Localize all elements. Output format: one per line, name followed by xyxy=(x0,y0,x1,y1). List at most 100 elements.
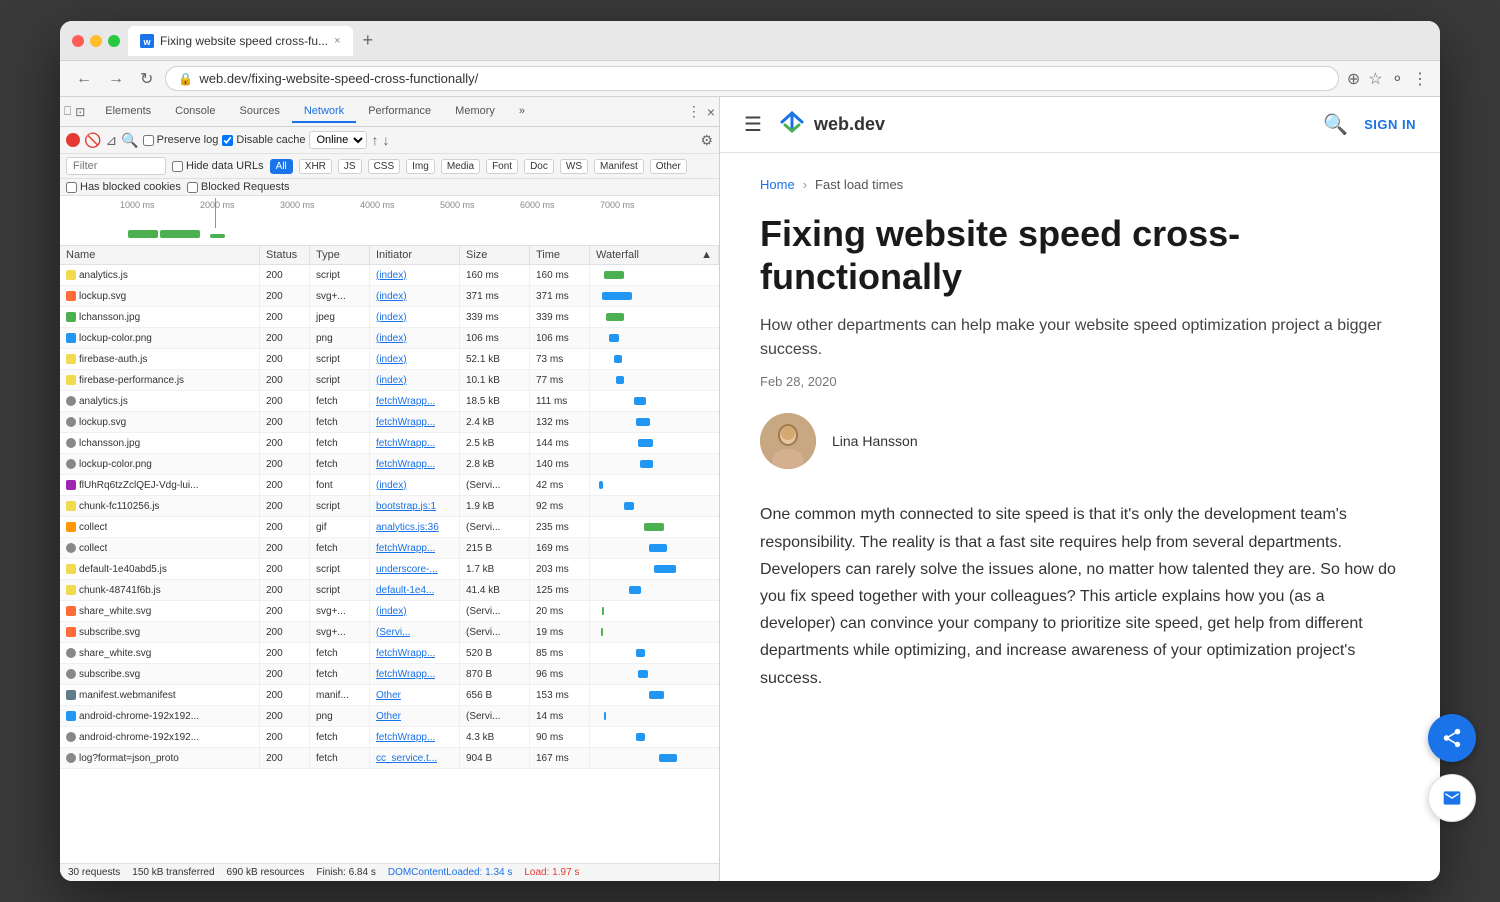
minimize-button[interactable] xyxy=(90,35,102,47)
row-size: 339 ms xyxy=(460,307,530,327)
filter-input[interactable] xyxy=(66,157,166,175)
devtools-icon-right[interactable]: ⊡ xyxy=(75,105,85,119)
search-button[interactable]: 🔍 xyxy=(121,132,138,149)
tab-console[interactable]: Console xyxy=(163,101,227,123)
breadcrumb-home[interactable]: Home xyxy=(760,177,795,192)
table-row[interactable]: android-chrome-192x192... 200 fetch fetc… xyxy=(60,727,719,748)
table-row[interactable]: subscribe.svg 200 fetch fetchWrapp... 87… xyxy=(60,664,719,685)
timeline-mark-7000: 7000 ms xyxy=(600,200,635,210)
table-row[interactable]: lchansson.jpg 200 jpeg (index) 339 ms 33… xyxy=(60,307,719,328)
tab-memory[interactable]: Memory xyxy=(443,101,507,123)
record-button[interactable] xyxy=(66,133,80,147)
menu-icon[interactable]: ⋮ xyxy=(1412,69,1428,89)
table-row[interactable]: flUhRq6tzZclQEJ-Vdg-lui... 200 font (ind… xyxy=(60,475,719,496)
close-tab-icon[interactable]: × xyxy=(334,35,340,47)
back-button[interactable]: ← xyxy=(72,68,96,90)
header-waterfall[interactable]: Waterfall ▲ xyxy=(590,246,719,264)
search-icon-web[interactable]: 🔍 xyxy=(1323,112,1348,137)
share-fab-button[interactable] xyxy=(1428,714,1440,762)
has-blocked-cookies-label[interactable]: Has blocked cookies xyxy=(66,181,181,193)
row-name: flUhRq6tzZclQEJ-Vdg-lui... xyxy=(60,475,260,495)
table-row[interactable]: share_white.svg 200 fetch fetchWrapp... … xyxy=(60,643,719,664)
row-name: log?format=json_proto xyxy=(60,748,260,768)
site-logo[interactable]: web.dev xyxy=(778,111,885,139)
refresh-button[interactable]: ↻ xyxy=(136,67,157,91)
tab-more[interactable]: » xyxy=(507,101,537,123)
preserve-log-label[interactable]: Preserve log xyxy=(143,134,219,146)
new-tab-button[interactable]: + xyxy=(357,28,380,53)
table-row[interactable]: analytics.js 200 fetch fetchWrapp... 18.… xyxy=(60,391,719,412)
clear-log-button[interactable]: 🚫 xyxy=(84,132,101,149)
table-row[interactable]: collect 200 gif analytics.js:36 (Servi..… xyxy=(60,517,719,538)
throttle-select[interactable]: Online xyxy=(309,131,367,149)
filter-img-btn[interactable]: Img xyxy=(406,159,435,174)
tab-sources[interactable]: Sources xyxy=(227,101,291,123)
header-size[interactable]: Size xyxy=(460,246,530,264)
table-row[interactable]: share_white.svg 200 svg+... (index) (Ser… xyxy=(60,601,719,622)
table-row[interactable]: lockup.svg 200 fetch fetchWrapp... 2.4 k… xyxy=(60,412,719,433)
filter-other-btn[interactable]: Other xyxy=(650,159,687,174)
settings-button[interactable]: ⚙ xyxy=(700,132,713,149)
has-blocked-cookies-checkbox[interactable] xyxy=(66,182,77,193)
network-table-header: Name Status Type Initiator Size Time Wat… xyxy=(60,246,719,265)
header-time[interactable]: Time xyxy=(530,246,590,264)
table-row[interactable]: chunk-48741f6b.js 200 script default-1e4… xyxy=(60,580,719,601)
disable-cache-label[interactable]: Disable cache xyxy=(222,134,305,146)
blocked-requests-label[interactable]: Blocked Requests xyxy=(187,181,290,193)
devtools-menu-icon[interactable]: ⋮ xyxy=(687,103,701,120)
header-initiator[interactable]: Initiator xyxy=(370,246,460,264)
table-row[interactable]: log?format=json_proto 200 fetch cc_servi… xyxy=(60,748,719,769)
devtools-icon-left[interactable]: ⎕ xyxy=(64,104,71,119)
row-size: (Servi... xyxy=(460,517,530,537)
maximize-button[interactable] xyxy=(108,35,120,47)
tab-network[interactable]: Network xyxy=(292,101,356,123)
filter-media-btn[interactable]: Media xyxy=(441,159,480,174)
hamburger-menu-icon[interactable]: ☰ xyxy=(744,112,762,137)
filter-ws-btn[interactable]: WS xyxy=(560,159,588,174)
header-name[interactable]: Name xyxy=(60,246,260,264)
table-row[interactable]: lockup-color.png 200 png (index) 106 ms … xyxy=(60,328,719,349)
upload-button[interactable]: ↑ xyxy=(371,132,378,148)
disable-cache-checkbox[interactable] xyxy=(222,135,233,146)
preserve-log-checkbox[interactable] xyxy=(143,135,154,146)
table-row[interactable]: lockup-color.png 200 fetch fetchWrapp...… xyxy=(60,454,719,475)
forward-button[interactable]: → xyxy=(104,68,128,90)
table-row[interactable]: lockup.svg 200 svg+... (index) 371 ms 37… xyxy=(60,286,719,307)
filter-css-btn[interactable]: CSS xyxy=(368,159,401,174)
hide-data-urls-label[interactable]: Hide data URLs xyxy=(172,160,264,172)
tab-performance[interactable]: Performance xyxy=(356,101,443,123)
header-type[interactable]: Type xyxy=(310,246,370,264)
table-row[interactable]: lchansson.jpg 200 fetch fetchWrapp... 2.… xyxy=(60,433,719,454)
header-status[interactable]: Status xyxy=(260,246,310,264)
notify-fab-button[interactable] xyxy=(1428,774,1440,822)
filter-xhr-btn[interactable]: XHR xyxy=(299,159,332,174)
filter-manifest-btn[interactable]: Manifest xyxy=(594,159,644,174)
tab-elements[interactable]: Elements xyxy=(93,101,163,123)
table-row[interactable]: collect 200 fetch fetchWrapp... 215 B 16… xyxy=(60,538,719,559)
filter-button[interactable]: ⊿ xyxy=(105,132,117,149)
blocked-requests-checkbox[interactable] xyxy=(187,182,198,193)
close-button[interactable] xyxy=(72,35,84,47)
table-row[interactable]: analytics.js 200 script (index) 160 ms 1… xyxy=(60,265,719,286)
download-button[interactable]: ↓ xyxy=(382,132,389,148)
active-tab[interactable]: w Fixing website speed cross-fu... × xyxy=(128,26,353,56)
url-bar[interactable]: 🔒 web.dev/fixing-website-speed-cross-fun… xyxy=(165,66,1338,91)
filter-font-btn[interactable]: Font xyxy=(486,159,518,174)
table-row[interactable]: firebase-performance.js 200 script (inde… xyxy=(60,370,719,391)
row-time: 371 ms xyxy=(530,286,590,306)
devtools-close-icon[interactable]: × xyxy=(707,104,715,120)
filter-js-btn[interactable]: JS xyxy=(338,159,362,174)
bookmark-icon[interactable]: ☆ xyxy=(1368,69,1382,89)
table-row[interactable]: manifest.webmanifest 200 manif... Other … xyxy=(60,685,719,706)
cast-icon[interactable]: ⊕ xyxy=(1347,69,1360,89)
profile-icon[interactable]: ⚬ xyxy=(1391,69,1404,89)
table-row[interactable]: firebase-auth.js 200 script (index) 52.1… xyxy=(60,349,719,370)
table-row[interactable]: android-chrome-192x192... 200 png Other … xyxy=(60,706,719,727)
table-row[interactable]: chunk-fc110256.js 200 script bootstrap.j… xyxy=(60,496,719,517)
filter-doc-btn[interactable]: Doc xyxy=(524,159,554,174)
sign-in-button[interactable]: SIGN IN xyxy=(1364,117,1416,132)
table-row[interactable]: subscribe.svg 200 svg+... (Servi... (Ser… xyxy=(60,622,719,643)
hide-data-urls-checkbox[interactable] xyxy=(172,161,183,172)
filter-all-btn[interactable]: All xyxy=(270,159,293,174)
table-row[interactable]: default-1e40abd5.js 200 script underscor… xyxy=(60,559,719,580)
